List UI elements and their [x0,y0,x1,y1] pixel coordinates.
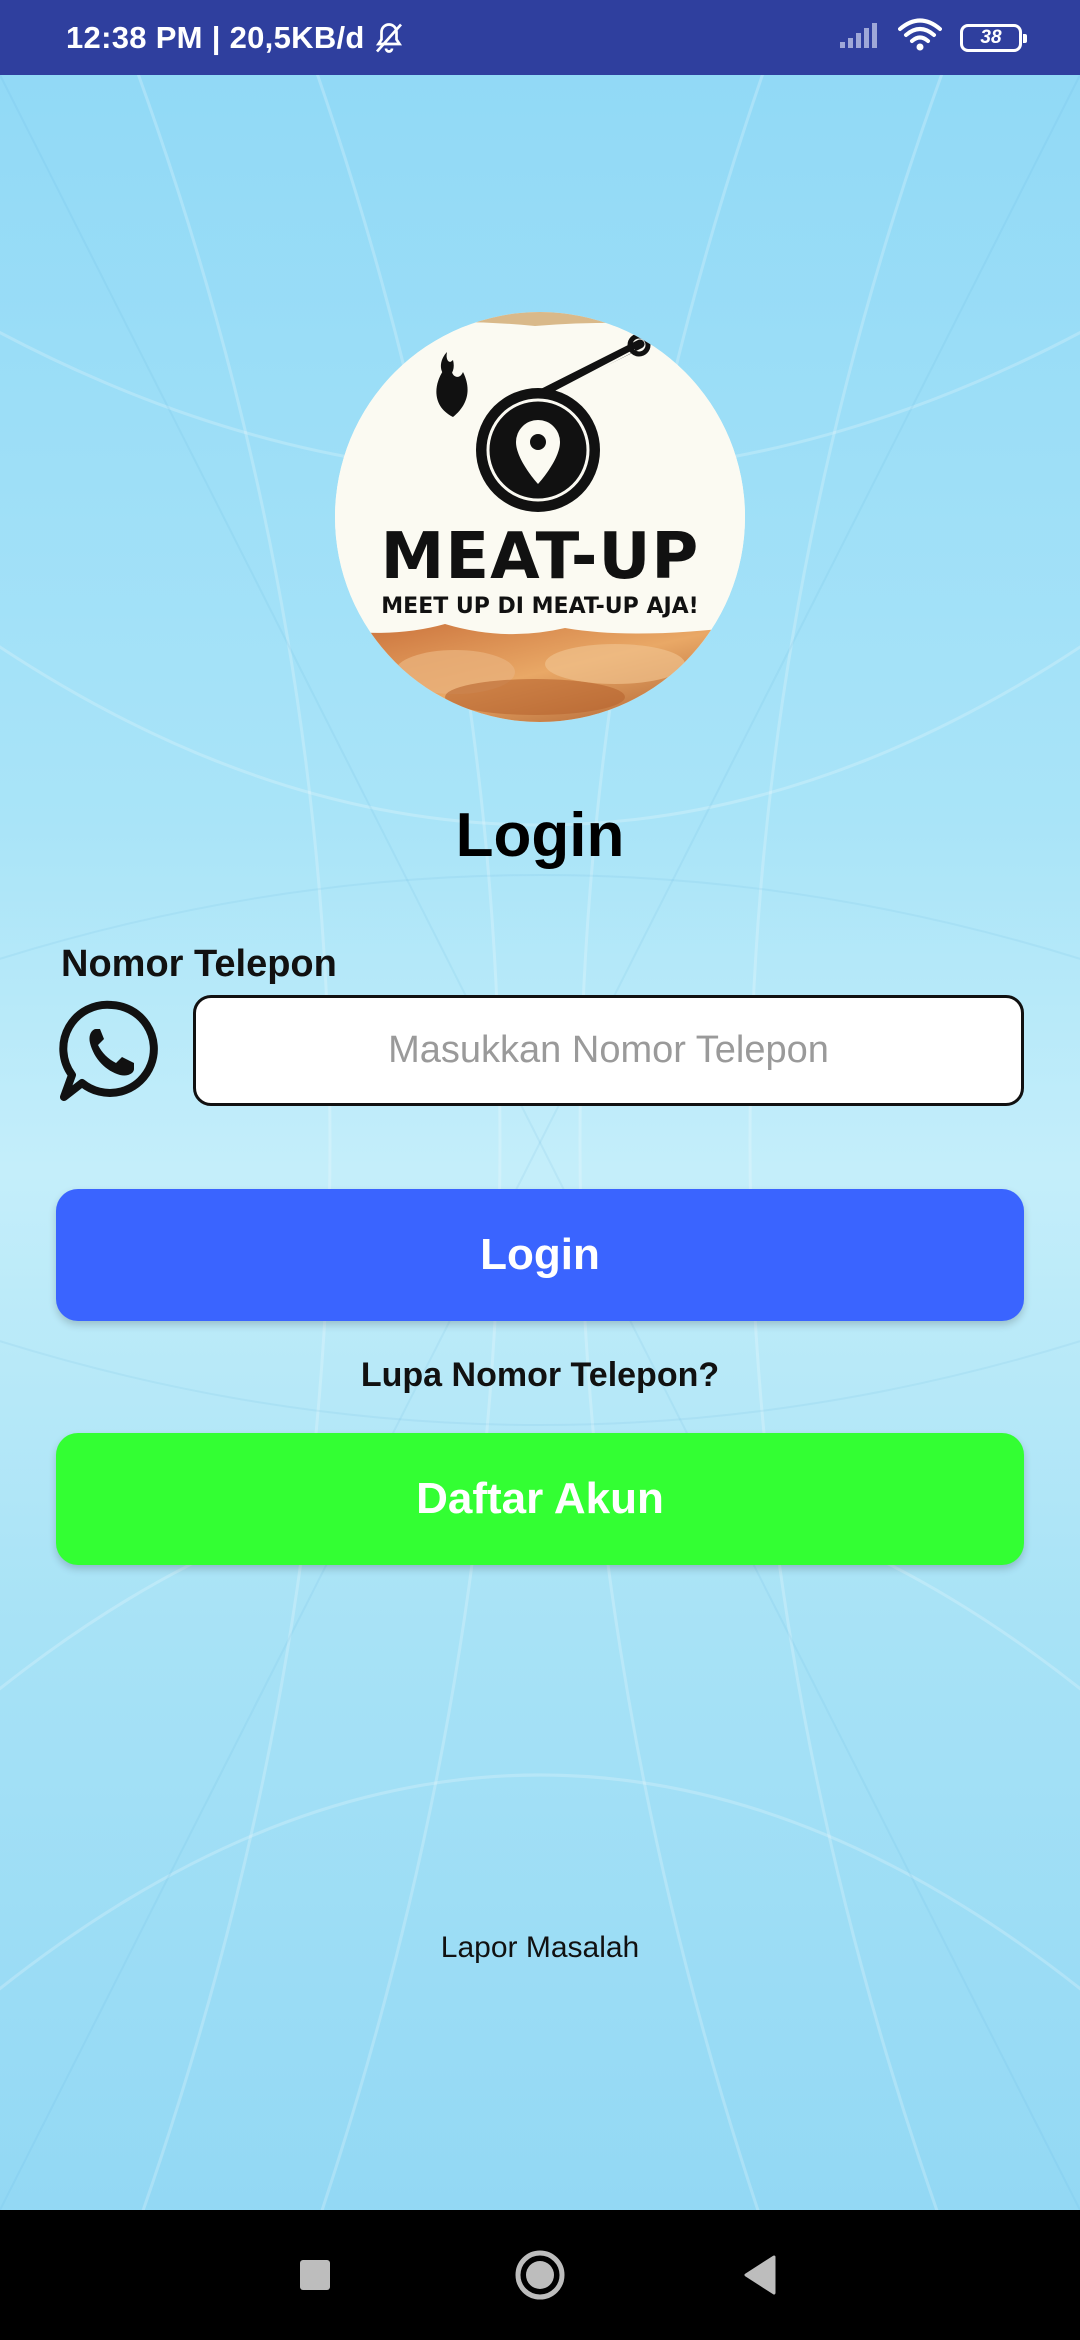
phone-number-input[interactable] [193,995,1024,1106]
brand-tagline: MEET UP DI MEAT-UP AJA! [381,594,699,619]
battery-icon: 38 [960,23,1027,52]
whatsapp-icon [58,997,166,1105]
status-right: 38 [838,0,1027,75]
report-problem-link[interactable]: Lapor Masalah [0,1933,1080,1963]
recents-button[interactable] [260,2210,370,2340]
navigation-bar [0,2210,1080,2340]
phone-label: Nomor Telepon [61,943,337,985]
back-button[interactable] [705,2210,815,2340]
home-icon [515,2250,565,2300]
battery-level: 38 [980,26,1002,48]
meat-up-logo: MEAT-UP MEET UP DI MEAT-UP AJA! [335,312,745,722]
status-time-speed: 12:38 PM | 20,5KB/d [66,19,365,55]
status-left: 12:38 PM | 20,5KB/d [66,0,407,75]
register-button[interactable]: Daftar Akun [56,1433,1024,1565]
forgot-phone-link[interactable]: Lupa Nomor Telepon? [0,1358,1080,1392]
recents-icon [300,2260,330,2290]
status-bar: 12:38 PM | 20,5KB/d 38 [0,0,1080,75]
page-title: Login [455,801,625,870]
signal-icon [838,20,880,55]
brand-name: MEAT-UP [380,520,700,594]
mute-icon [371,20,407,56]
back-icon [744,2255,776,2295]
login-screen: 12:38 PM | 20,5KB/d 38 MEAT-UP MEET UP D… [0,0,1080,2340]
login-button[interactable]: Login [56,1189,1024,1321]
wifi-icon [898,18,942,57]
home-button[interactable] [485,2210,595,2340]
